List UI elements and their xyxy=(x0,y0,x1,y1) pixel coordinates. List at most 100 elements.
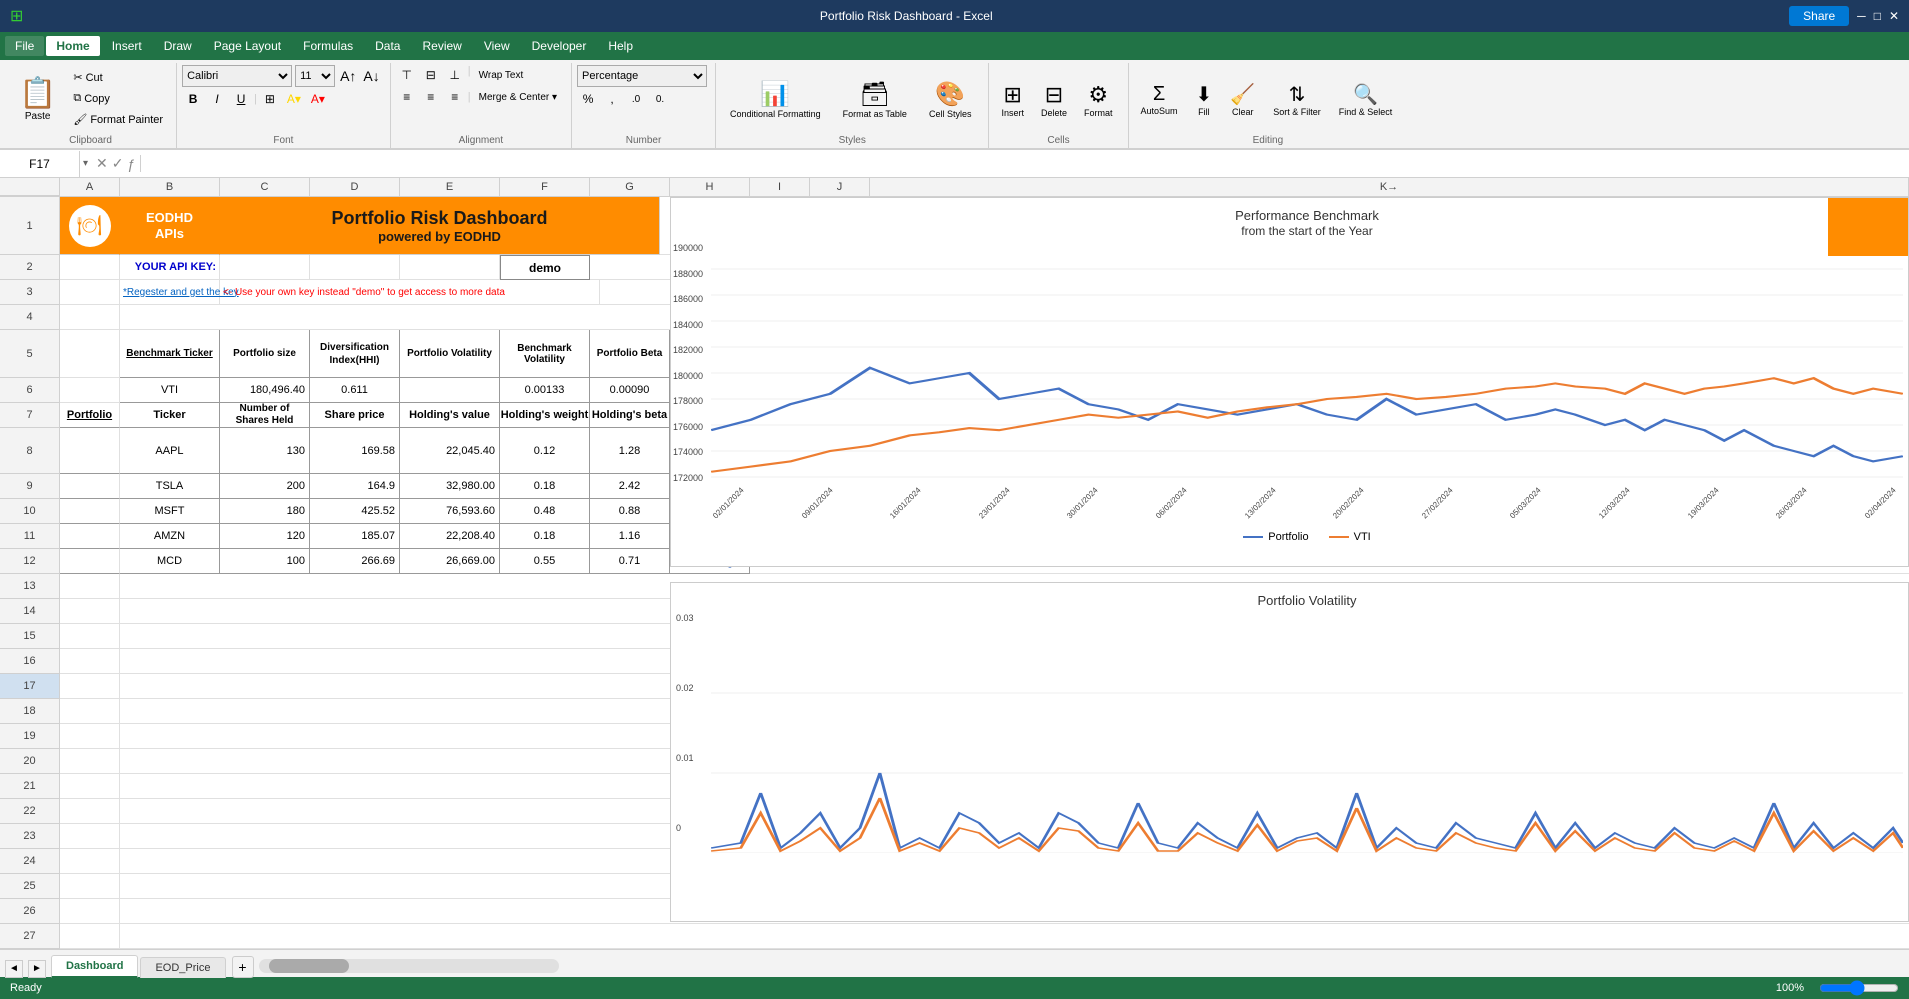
conditional-formatting-button[interactable]: 📊 Conditional Formatting xyxy=(721,77,830,123)
horizontal-scrollbar[interactable] xyxy=(259,959,559,973)
col-header-i[interactable]: I xyxy=(750,178,810,196)
underline-button[interactable]: U xyxy=(230,89,252,109)
cell-reference-input[interactable]: F17 xyxy=(0,151,80,177)
col-header-j[interactable]: J xyxy=(810,178,870,196)
align-bottom-button[interactable]: ⊥ xyxy=(444,65,466,85)
cell-b12[interactable]: MCD xyxy=(120,549,220,574)
cell-f5-benchvolatility[interactable]: Benchmark Volatility xyxy=(500,330,590,378)
col-header-k[interactable]: K→ xyxy=(870,178,1909,196)
cell-f12[interactable]: 0.55 xyxy=(500,549,590,574)
tab-left-arrow[interactable]: ◄ xyxy=(5,960,23,978)
format-as-table-button[interactable]: 🗃 Format as Table xyxy=(834,77,916,123)
merge-center-button[interactable]: Merge & Center ▾ xyxy=(473,87,563,107)
share-button[interactable]: Share xyxy=(1789,6,1849,26)
cell-a2[interactable] xyxy=(60,255,120,280)
cell-f11[interactable]: 0.18 xyxy=(500,524,590,549)
tab-right-arrow[interactable]: ► xyxy=(28,960,46,978)
zoom-slider[interactable] xyxy=(1819,982,1899,994)
cell-b8[interactable]: AAPL xyxy=(120,428,220,474)
chart-volatility[interactable]: Portfolio Volatility 0.03 0.02 0.01 0 xyxy=(670,582,1909,922)
align-left-button[interactable]: ≡ xyxy=(396,87,418,107)
menu-file[interactable]: File xyxy=(5,36,44,56)
menu-page-layout[interactable]: Page Layout xyxy=(204,36,291,56)
cell-c12[interactable]: 100 xyxy=(220,549,310,574)
cell-b9[interactable]: TSLA xyxy=(120,474,220,499)
increase-decimal-button[interactable]: 0. xyxy=(649,89,671,109)
cell-g7-beta[interactable]: Holding's beta xyxy=(590,403,670,428)
col-header-a[interactable]: A xyxy=(60,178,120,196)
border-button[interactable]: ⊞ xyxy=(259,89,281,109)
tab-dashboard[interactable]: Dashboard xyxy=(51,955,138,978)
cell-e2[interactable] xyxy=(400,255,500,280)
cell-a3[interactable] xyxy=(60,280,120,305)
menu-help[interactable]: Help xyxy=(598,36,643,56)
col-header-b[interactable]: B xyxy=(120,178,220,196)
cell-d6[interactable]: 0.611 xyxy=(310,378,400,403)
menu-insert[interactable]: Insert xyxy=(102,36,152,56)
cell-e5-portvolatility[interactable]: Portfolio Volatility xyxy=(400,330,500,378)
cell-b3-register[interactable]: *Regester and get the key xyxy=(120,280,220,305)
cell-d9[interactable]: 164.9 xyxy=(310,474,400,499)
tab-eod-price[interactable]: EOD_Price xyxy=(140,957,225,978)
cell-f9[interactable]: 0.18 xyxy=(500,474,590,499)
align-right-button[interactable]: ≡ xyxy=(444,87,466,107)
cell-b6-vti[interactable]: VTI xyxy=(120,378,220,403)
cell-g10[interactable]: 0.88 xyxy=(590,499,670,524)
format-painter-button[interactable]: 🖌 Format Painter xyxy=(68,110,168,129)
cell-g8[interactable]: 1.28 xyxy=(590,428,670,474)
cell-d12[interactable]: 266.69 xyxy=(310,549,400,574)
cell-a8[interactable] xyxy=(60,428,120,474)
chart-performance[interactable]: Performance Benchmark from the start of … xyxy=(670,197,1909,567)
cell-b1-logo-text[interactable]: EODHD APIs xyxy=(120,197,220,255)
cell-f6[interactable]: 0.00133 xyxy=(500,378,590,403)
cell-d2[interactable] xyxy=(310,255,400,280)
align-top-button[interactable]: ⊤ xyxy=(396,65,418,85)
cell-b7-ticker[interactable]: Ticker xyxy=(120,403,220,428)
col-header-d[interactable]: D xyxy=(310,178,400,196)
font-size-select[interactable]: 11 xyxy=(295,65,335,87)
cell-g5-portbeta[interactable]: Portfolio Beta xyxy=(590,330,670,378)
autosum-button[interactable]: Σ AutoSum xyxy=(1134,80,1185,119)
menu-home[interactable]: Home xyxy=(46,36,99,56)
cell-a10[interactable] xyxy=(60,499,120,524)
cell-styles-button[interactable]: 🎨 Cell Styles xyxy=(920,77,981,123)
cell-a9[interactable] xyxy=(60,474,120,499)
formula-input[interactable] xyxy=(141,157,1909,171)
font-color-button[interactable]: A▾ xyxy=(307,89,329,109)
cell-a7-portfolio[interactable]: Portfolio xyxy=(60,403,120,428)
cell-c10[interactable]: 180 xyxy=(220,499,310,524)
find-select-button[interactable]: 🔍 Find & Select xyxy=(1332,79,1400,121)
cell-e12[interactable]: 26,669.00 xyxy=(400,549,500,574)
cell-e6[interactable] xyxy=(400,378,500,403)
cancel-formula-icon[interactable]: ✕ xyxy=(96,155,108,172)
decrease-decimal-button[interactable]: .0 xyxy=(625,89,647,109)
confirm-formula-icon[interactable]: ✓ xyxy=(112,155,124,172)
cell-a6[interactable] xyxy=(60,378,120,403)
cell-c6[interactable]: 180,496.40 xyxy=(220,378,310,403)
number-format-select[interactable]: Percentage General Number xyxy=(577,65,707,87)
col-header-h[interactable]: H xyxy=(670,178,750,196)
comma-button[interactable]: , xyxy=(601,89,623,109)
align-center-button[interactable]: ≡ xyxy=(420,87,442,107)
menu-view[interactable]: View xyxy=(474,36,520,56)
col-header-e[interactable]: E xyxy=(400,178,500,196)
cell-d8[interactable]: 169.58 xyxy=(310,428,400,474)
cell-c8[interactable]: 130 xyxy=(220,428,310,474)
cell-c11[interactable]: 120 xyxy=(220,524,310,549)
percent-button[interactable]: % xyxy=(577,89,599,109)
cell-e10[interactable]: 76,593.60 xyxy=(400,499,500,524)
align-middle-button[interactable]: ⊟ xyxy=(420,65,442,85)
cell-e11[interactable]: 22,208.40 xyxy=(400,524,500,549)
menu-data[interactable]: Data xyxy=(365,36,410,56)
cell-g11[interactable]: 1.16 xyxy=(590,524,670,549)
maximize-icon[interactable]: □ xyxy=(1874,9,1881,23)
wrap-text-button[interactable]: Wrap Text xyxy=(473,65,530,85)
fill-button[interactable]: ⬇ Fill xyxy=(1189,79,1220,120)
cell-a5[interactable] xyxy=(60,330,120,378)
font-select[interactable]: Calibri xyxy=(182,65,292,87)
cell-a11[interactable] xyxy=(60,524,120,549)
cell-g6[interactable]: 0.00090 xyxy=(590,378,670,403)
menu-developer[interactable]: Developer xyxy=(522,36,597,56)
cell-e8[interactable]: 22,045.40 xyxy=(400,428,500,474)
insert-function-icon[interactable]: ƒ xyxy=(128,156,136,172)
